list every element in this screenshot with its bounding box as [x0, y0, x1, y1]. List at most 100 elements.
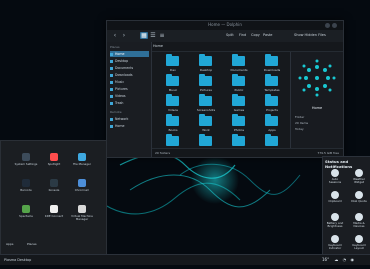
- app-label: Virtual Machine Manager: [71, 214, 93, 222]
- back-button[interactable]: ‹: [111, 32, 119, 39]
- app-label: Konsole: [48, 188, 60, 192]
- app-file-manager[interactable]: File Manager: [69, 153, 95, 175]
- wifi-icon[interactable]: ◔: [343, 257, 347, 262]
- minimize-button[interactable]: [325, 23, 330, 28]
- launcher-tab-apps[interactable]: Apps: [6, 242, 13, 246]
- file-name[interactable]: Templates: [261, 88, 283, 92]
- folder-icon[interactable]: [199, 134, 212, 146]
- file-name[interactable]: Music: [162, 88, 184, 92]
- sidebar-item-pictures[interactable]: Pictures: [110, 86, 149, 92]
- folder-icon[interactable]: [265, 134, 278, 146]
- folder-icon[interactable]: [265, 74, 278, 86]
- file-name[interactable]: Apps: [261, 128, 283, 132]
- window-titlebar[interactable]: Home — Dolphin: [107, 21, 343, 30]
- file-name[interactable]: Games: [228, 108, 250, 112]
- file-name[interactable]: Downloads: [261, 68, 283, 72]
- copy-button[interactable]: Copy: [251, 33, 260, 37]
- keyboard-layout-button[interactable]: Keyboard Layout: [350, 235, 368, 253]
- view-details-button[interactable]: ☰: [149, 32, 157, 39]
- sidebar-item-remote-home[interactable]: Home: [110, 123, 149, 129]
- taskbar-label[interactable]: Plasma Desktop: [4, 258, 31, 262]
- sidebar-item-desktop[interactable]: Desktop: [110, 58, 149, 64]
- folder-icon[interactable]: [199, 54, 212, 66]
- file-name[interactable]: Books: [162, 128, 184, 132]
- sidebar-item-label: Trash: [115, 101, 124, 105]
- settings-icon: [22, 153, 30, 161]
- sidebar-item-home[interactable]: Home: [110, 51, 149, 57]
- status-bar: 20 folders 779.5 GiB free: [152, 148, 343, 157]
- folder-icon[interactable]: [199, 114, 212, 126]
- battery-button[interactable]: Battery and Brightness: [326, 213, 344, 231]
- folder-icon[interactable]: [265, 114, 278, 126]
- app-chromium[interactable]: Chromium: [69, 179, 95, 201]
- weather-widget-button[interactable]: Weather Widget: [350, 169, 368, 187]
- sidebar-item-network[interactable]: Network: [110, 116, 149, 122]
- folder-icon[interactable]: [166, 134, 179, 146]
- find-button[interactable]: Find: [239, 33, 246, 37]
- folder-icon[interactable]: [166, 114, 179, 126]
- app-label: System Settings: [14, 162, 38, 166]
- view-icons-button[interactable]: ▦: [140, 32, 148, 39]
- disk-quota-button[interactable]: Disk Quota: [350, 191, 368, 209]
- folder-icon[interactable]: [199, 74, 212, 86]
- sidebar-item-videos[interactable]: Videos: [110, 93, 149, 99]
- app-kde-connect[interactable]: KDE Connect: [41, 205, 67, 227]
- show-hidden-button[interactable]: Show Hidden Files: [294, 33, 326, 37]
- file-name[interactable]: Photos: [228, 128, 250, 132]
- folder-icon[interactable]: [232, 114, 245, 126]
- file-name[interactable]: Public: [228, 88, 250, 92]
- phone-icon: [50, 205, 58, 213]
- paste-button[interactable]: Paste: [263, 33, 272, 37]
- volume-icon[interactable]: ◉: [350, 257, 354, 262]
- sidebar-item-downloads[interactable]: Downloads: [110, 72, 149, 78]
- browser-icon: [78, 179, 86, 187]
- sidebar-item-trash[interactable]: Trash: [110, 100, 149, 106]
- view-compact-button[interactable]: ≡: [158, 32, 166, 39]
- launcher-tab-places[interactable]: Places: [27, 242, 37, 246]
- file-name[interactable]: Documents: [228, 68, 250, 72]
- camera-icon: [22, 205, 30, 213]
- file-manager-window[interactable]: Home — Dolphin ‹ › ▦ ☰ ≡ Split Find Copy…: [106, 20, 344, 158]
- sidebar-item-documents[interactable]: Documents: [110, 65, 149, 71]
- forward-button[interactable]: ›: [120, 32, 128, 39]
- app-konsole[interactable]: Konsole: [41, 179, 67, 201]
- file-name[interactable]: Videos: [162, 108, 184, 112]
- split-button[interactable]: Split: [226, 33, 234, 37]
- folder-icon[interactable]: [265, 54, 278, 66]
- folder-icon[interactable]: [166, 94, 179, 106]
- sidebar-item-music[interactable]: Music: [110, 79, 149, 85]
- folder-icon[interactable]: [166, 74, 179, 86]
- file-name[interactable]: Dev: [162, 68, 184, 72]
- status-left: 20 folders: [155, 151, 171, 155]
- file-name[interactable]: Desktop: [195, 68, 217, 72]
- app-spotlight[interactable]: Spotlight: [41, 153, 67, 175]
- clipboard-button[interactable]: Clipboard: [326, 191, 344, 209]
- app-system-settings[interactable]: System Settings: [13, 153, 39, 175]
- weather-temp: 16°: [322, 257, 330, 262]
- file-name[interactable]: Work: [195, 128, 217, 132]
- app-barcode[interactable]: Barcode: [13, 179, 39, 201]
- app-virtual-machine-manager[interactable]: Virtual Machine Manager: [69, 205, 95, 227]
- file-name[interactable]: Screenshots: [195, 108, 217, 112]
- info-type: Folder: [295, 115, 305, 119]
- folder-icon[interactable]: [199, 94, 212, 106]
- media-devices-button[interactable]: Media & Devices: [350, 213, 368, 231]
- folder-icon[interactable]: [265, 94, 278, 106]
- app-spectacle[interactable]: Spectacle: [13, 205, 39, 227]
- folder-icon[interactable]: [232, 74, 245, 86]
- sidebar-item-label: Downloads: [115, 73, 133, 77]
- file-name[interactable]: Projects: [261, 108, 283, 112]
- folder-icon[interactable]: [232, 94, 245, 106]
- button-label: Disk Quota: [351, 199, 367, 203]
- weather-icon[interactable]: ☁: [334, 257, 338, 262]
- keyboard-indicator-button[interactable]: Keyboard Indicator: [326, 235, 344, 253]
- close-button[interactable]: [332, 23, 337, 28]
- auto-sessions-button[interactable]: Auto Sessions: [326, 169, 344, 187]
- button-label: Keyboard Layout: [352, 243, 366, 251]
- folder-icon[interactable]: [166, 54, 179, 66]
- location-text: Home: [153, 44, 164, 48]
- folder-icon[interactable]: [232, 54, 245, 66]
- file-name[interactable]: Pictures: [195, 88, 217, 92]
- keyboard-icon: [331, 235, 339, 243]
- folder-icon[interactable]: [232, 134, 245, 146]
